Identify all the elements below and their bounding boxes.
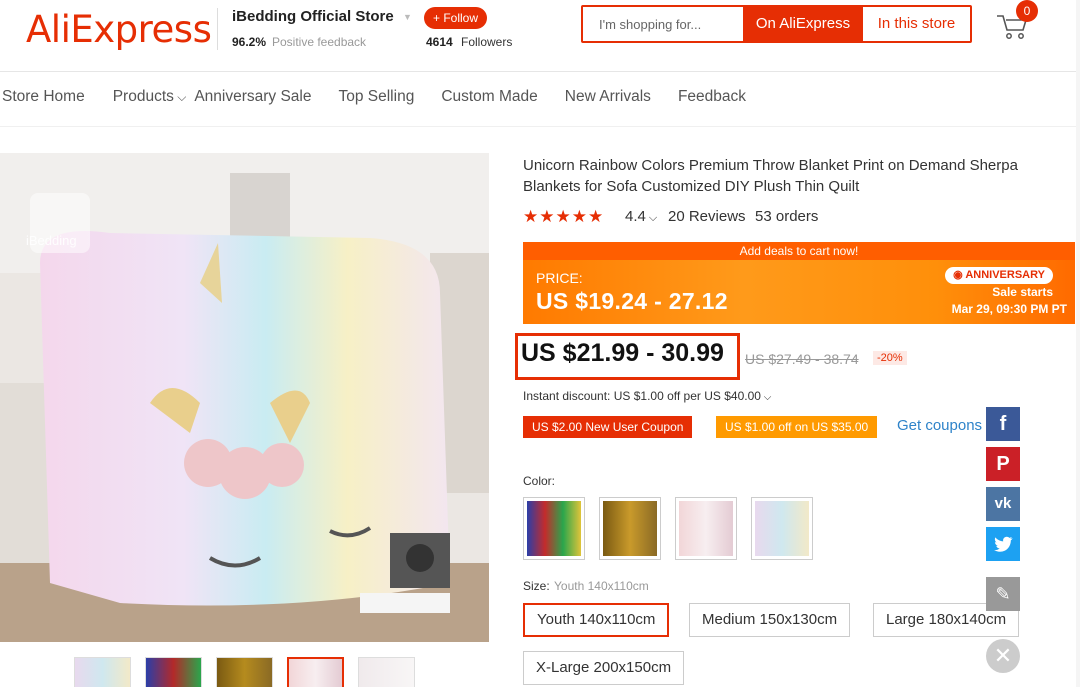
size-option-medium[interactable]: Medium 150x130cm (689, 603, 851, 637)
size-option-xlarge[interactable]: X-Large 200x150cm (523, 651, 685, 685)
sale-date: Mar 29, 09:30 PM PT (951, 302, 1067, 316)
nav-feedback[interactable]: Feedback (678, 88, 746, 110)
instant-discount[interactable]: Instant discount: US $1.00 off per US $4… (523, 389, 771, 403)
pinterest-icon[interactable]: P (986, 447, 1020, 481)
search-aliexpress-button[interactable]: On AliExpress (743, 7, 863, 41)
size-selected-value: Youth 140x110cm (554, 579, 649, 593)
thumbnail[interactable] (358, 657, 415, 687)
promo-price-label: PRICE: (536, 270, 583, 286)
color-swatch[interactable] (523, 497, 585, 560)
rating-stars: ★★★★★ (523, 207, 605, 226)
edit-icon[interactable]: ✎ (986, 577, 1020, 611)
follow-button[interactable]: + Follow (424, 7, 488, 29)
product-title: Unicorn Rainbow Colors Premium Throw Bla… (523, 157, 1018, 195)
nav-store-home[interactable]: Store Home (2, 88, 85, 110)
chevron-down-icon: ⌵ (645, 212, 658, 224)
header-rule (0, 71, 1080, 72)
search-bar: On AliExpress In this store (581, 5, 972, 43)
color-swatches (523, 497, 813, 560)
reviews-link[interactable]: 20 Reviews (668, 208, 746, 225)
nav-new-arrivals[interactable]: New Arrivals (565, 88, 651, 110)
color-swatch[interactable] (675, 497, 737, 560)
search-store-button[interactable]: In this store (863, 7, 970, 41)
product-main-image[interactable]: iBedding (0, 153, 489, 642)
rating-value[interactable]: 4.4 ⌵ (625, 208, 657, 225)
chevron-down-icon: ⌵ (760, 392, 772, 403)
orders-count: 53 orders (755, 208, 819, 225)
promo-banner-text: Add deals to cart now! (523, 242, 1075, 260)
scrollbar[interactable] (1076, 0, 1080, 687)
nav-custom-made[interactable]: Custom Made (441, 88, 537, 110)
image-watermark: iBedding (26, 233, 77, 248)
product-price: US $21.99 - 30.99 (521, 339, 724, 367)
followers-count: 4614 (426, 35, 453, 49)
twitter-icon[interactable] (986, 527, 1020, 561)
feedback-label: Positive feedback (272, 35, 367, 49)
store-coupon[interactable]: US $1.00 off on US $35.00 (716, 416, 878, 438)
store-name[interactable]: iBedding Official Store (232, 8, 394, 25)
size-label: Size: (523, 579, 550, 593)
discount-badge: -20% (873, 351, 907, 365)
nav-anniversary-sale[interactable]: Anniversary Sale (194, 88, 311, 110)
thumbnail[interactable] (216, 657, 273, 687)
new-user-coupon[interactable]: US $2.00 New User Coupon (523, 416, 693, 438)
anniversary-logo-icon: ◉ (953, 269, 966, 281)
thumbnail[interactable] (145, 657, 202, 687)
close-icon[interactable]: ✕ (986, 639, 1020, 673)
store-nav: Store Home Products ⌵ Anniversary Sale T… (0, 88, 746, 110)
nav-products[interactable]: Products ⌵ (113, 88, 187, 110)
size-option-youth[interactable]: Youth 140x110cm (523, 603, 670, 637)
sale-starts-label: Sale starts (992, 285, 1053, 299)
get-coupons-link[interactable]: Get coupons (897, 417, 982, 434)
cart-count-badge: 0 (1016, 0, 1038, 22)
followers-label: Followers (461, 35, 513, 49)
chevron-down-icon: ⌵ (173, 90, 187, 104)
search-input[interactable] (583, 7, 743, 41)
header-divider (217, 8, 218, 50)
thumbnail-strip (74, 657, 415, 687)
facebook-icon[interactable]: f (986, 407, 1020, 441)
nav-top-selling[interactable]: Top Selling (338, 88, 414, 110)
thumbnail-selected[interactable] (287, 657, 344, 687)
color-label: Color: (523, 474, 556, 488)
feedback-percent: 96.2% (232, 35, 267, 49)
nav-rule (0, 126, 1080, 127)
thumbnail[interactable] (74, 657, 131, 687)
vk-icon[interactable]: vk (986, 487, 1020, 521)
anniversary-promo-banner[interactable]: Add deals to cart now! PRICE: US $19.24 … (523, 242, 1075, 324)
aliexpress-logo[interactable]: AliExpress (26, 8, 212, 51)
anniversary-badge: ◉ ANNIVERSARY (945, 267, 1053, 284)
color-swatch[interactable] (751, 497, 813, 560)
color-swatch[interactable] (599, 497, 661, 560)
promo-price: US $19.24 - 27.12 (536, 288, 728, 314)
original-price: US $27.49 - 38.74 (745, 351, 859, 367)
chevron-down-icon[interactable]: ▼ (403, 12, 412, 22)
